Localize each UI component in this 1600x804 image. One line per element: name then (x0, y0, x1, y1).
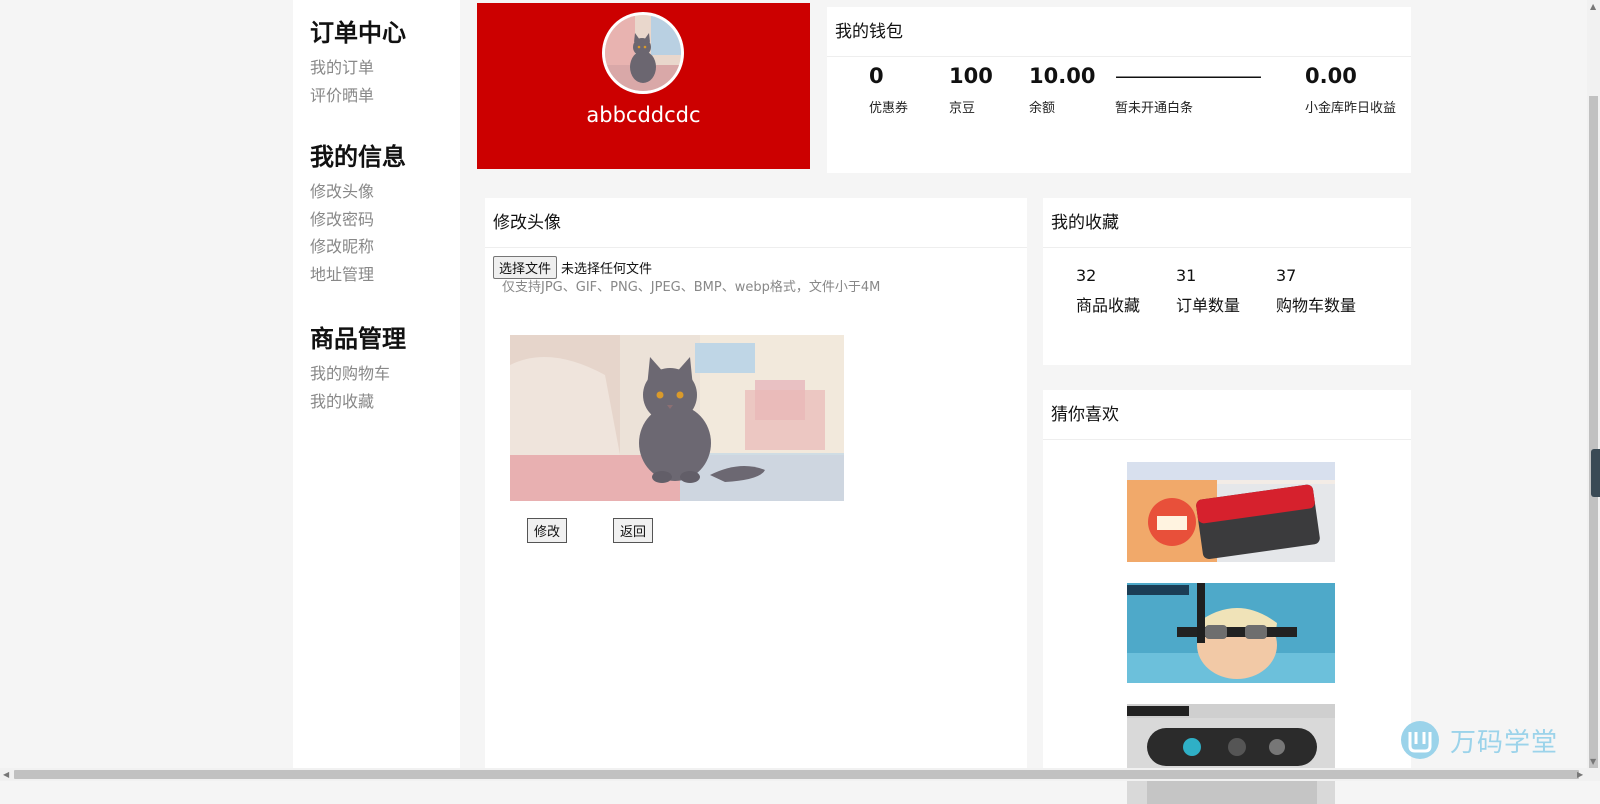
nav-item-cart[interactable]: 我的购物车 (310, 360, 406, 388)
fav-item-goods[interactable]: 32 商品收藏 (1076, 266, 1140, 316)
watermark: 万码学堂 (1400, 720, 1558, 760)
watermark-text: 万码学堂 (1450, 727, 1559, 758)
wanma-logo-icon (1401, 721, 1439, 759)
back-button[interactable]: 返回 (613, 518, 654, 543)
sidebar: 订单中心 我的订单 评价晒单 我的信息 修改头像 修改密码 修改昵称 地址管理 … (293, 0, 460, 768)
side-float-widget[interactable] (1591, 449, 1600, 497)
fav-value: 32 (1076, 266, 1097, 285)
scroll-left-icon[interactable]: ◀ (3, 770, 9, 779)
vertical-scrollbar[interactable]: ▲ ▼ (1587, 0, 1600, 768)
wallet-value: 100 (949, 64, 993, 88)
nav-item-change-password[interactable]: 修改密码 (310, 206, 406, 234)
nav-group-goods: 商品管理 我的购物车 我的收藏 (310, 324, 406, 415)
wallet-label: 余额 (1029, 101, 1056, 116)
wallet-item-baitiao[interactable]: ———————— 暂未开通白条 (1115, 63, 1262, 116)
divider (485, 247, 1027, 248)
wallet-label: 暂未开通白条 (1115, 101, 1194, 116)
wallet-value: 0.00 (1305, 64, 1357, 88)
nav-group-title: 我的信息 (310, 143, 406, 171)
nav-group-order-center: 订单中心 我的订单 评价晒单 (310, 18, 406, 109)
change-avatar-title: 修改头像 (493, 213, 561, 233)
fav-label: 订单数量 (1176, 296, 1241, 315)
wallet-item-coupons[interactable]: 0 优惠券 (869, 63, 908, 116)
nav-item-favorites[interactable]: 我的收藏 (310, 388, 406, 416)
fav-value: 37 (1276, 266, 1297, 285)
cat-avatar-image (605, 15, 681, 91)
scroll-up-icon[interactable]: ▲ (1590, 2, 1596, 11)
divider (1043, 247, 1411, 248)
horizontal-scrollbar[interactable]: ◀ ▶ (0, 768, 1600, 781)
fav-value: 31 (1176, 266, 1197, 285)
cat-preview-image (510, 335, 844, 501)
product-card[interactable] (1127, 462, 1335, 562)
wallet-value: 10.00 (1029, 64, 1096, 88)
favorites-title: 我的收藏 (1051, 213, 1119, 233)
wallet-title: 我的钱包 (835, 22, 903, 42)
wallet-card: 我的钱包 0 优惠券 100 京豆 10.00 余额 ———————— 暂未开通… (827, 7, 1411, 173)
guess-title: 猜你喜欢 (1051, 405, 1119, 425)
nav-item-change-avatar[interactable]: 修改头像 (310, 178, 406, 206)
upload-hint: 仅支持JPG、GIF、PNG、JPEG、BMP、webp格式，文件小于4M (502, 280, 881, 295)
product-card[interactable] (1127, 704, 1335, 804)
swim-earbuds-product-image (1127, 704, 1335, 804)
horizontal-scroll-thumb[interactable] (14, 770, 1579, 779)
avatar-preview (510, 335, 844, 501)
nav-item-change-nickname[interactable]: 修改昵称 (310, 233, 406, 261)
nav-group-my-info: 我的信息 修改头像 修改密码 修改昵称 地址管理 (310, 142, 406, 288)
change-avatar-card: 修改头像 选择文件 未选择任何文件 仅支持JPG、GIF、PNG、JPEG、BM… (485, 198, 1027, 773)
nav-item-my-orders[interactable]: 我的订单 (310, 54, 406, 82)
wallet-value: 0 (869, 64, 884, 88)
product-card[interactable] (1127, 583, 1335, 683)
wallet-value: ———————— (1115, 64, 1262, 88)
username: abbcddcdc (586, 103, 701, 127)
wallet-item-xiaojinku[interactable]: 0.00 小金库昨日收益 (1305, 63, 1396, 116)
fav-item-orders[interactable]: 31 订单数量 (1176, 266, 1240, 316)
swim-goggles-product-image (1127, 583, 1335, 683)
profile-banner: abbcddcdc (477, 3, 810, 169)
nav-group-title: 订单中心 (310, 19, 406, 47)
favorites-card: 我的收藏 32 商品收藏 31 订单数量 37 购物车数量 (1043, 198, 1411, 365)
wallet-label: 小金库昨日收益 (1305, 101, 1397, 116)
scroll-down-icon[interactable]: ▼ (1590, 757, 1596, 766)
divider (1043, 439, 1411, 440)
submit-avatar-button[interactable]: 修改 (527, 518, 568, 543)
divider (827, 56, 1411, 57)
nav-item-reviews[interactable]: 评价晒单 (310, 82, 406, 110)
fav-label: 商品收藏 (1076, 296, 1141, 315)
wallet-item-balance[interactable]: 10.00 余额 (1029, 63, 1095, 116)
sd-card-product-image (1127, 462, 1335, 562)
wallet-label: 京豆 (949, 101, 976, 116)
vertical-scroll-thumb[interactable] (1589, 96, 1598, 768)
nav-group-title: 商品管理 (310, 325, 406, 353)
wallet-label: 优惠券 (869, 101, 909, 116)
fav-label: 购物车数量 (1276, 296, 1357, 315)
avatar[interactable] (602, 12, 684, 94)
guess-you-like-card: 猜你喜欢 (1043, 390, 1411, 804)
file-status: 未选择任何文件 (561, 262, 653, 277)
scroll-right-icon[interactable]: ▶ (1577, 770, 1583, 779)
fav-item-cart[interactable]: 37 购物车数量 (1276, 266, 1356, 316)
nav-item-address[interactable]: 地址管理 (310, 261, 406, 289)
wallet-item-jingdou[interactable]: 100 京豆 (949, 63, 993, 116)
